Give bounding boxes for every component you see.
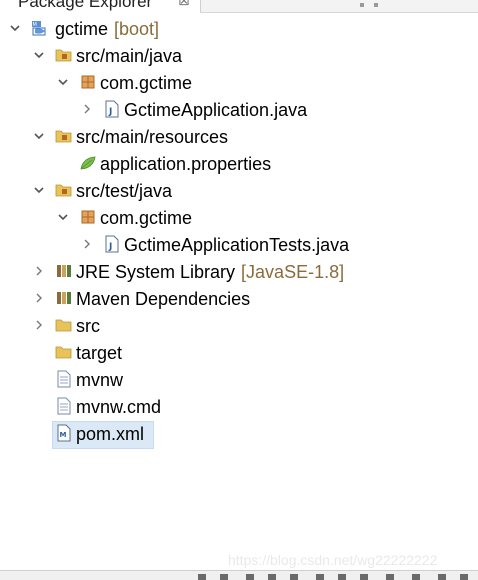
text-file-icon	[57, 397, 71, 415]
tree-item-project[interactable]: M gctime [boot]	[0, 16, 478, 43]
toolbar-icon[interactable]	[438, 574, 446, 580]
tab-package-explorer[interactable]: Package Explorer ⊠	[0, 0, 201, 14]
source-folder-icon	[55, 49, 72, 62]
toolbar-icon[interactable]	[460, 574, 468, 580]
folder-icon	[55, 346, 72, 359]
svg-text:J: J	[108, 107, 112, 117]
properties-file-icon	[80, 156, 96, 170]
tree-item-label: mvnw.cmd	[76, 397, 162, 417]
toolbar-icon[interactable]	[316, 574, 324, 580]
package-explorer-window: Package Explorer ⊠ M gctime [boot] src/m…	[0, 0, 478, 580]
tree-item-decoration: [JavaSE-1.8]	[241, 262, 345, 282]
watermark: https://blog.csdn.net/wg22222222	[228, 552, 438, 568]
tab-title: Package Explorer	[18, 0, 153, 11]
tree-item-label: src	[76, 316, 100, 336]
minimize-icon[interactable]	[360, 3, 364, 7]
toolbar-icon[interactable]	[360, 574, 368, 580]
tree-item-label: mvnw	[76, 370, 124, 390]
tree-item-java-file[interactable]: J GctimeApplicationTests.java	[0, 232, 478, 259]
tree-item-label: com.gctime	[100, 208, 193, 228]
toolbar-icon[interactable]	[412, 574, 420, 580]
package-icon	[81, 75, 95, 89]
java-file-icon: J	[105, 235, 119, 253]
svg-text:M: M	[60, 431, 67, 439]
tree-item-label: src/test/java	[76, 181, 173, 201]
tree-item-decoration: [boot]	[114, 19, 160, 39]
tree-item-label: Maven Dependencies	[76, 289, 251, 309]
tree-item-label: target	[76, 343, 123, 363]
chevron-down-icon[interactable]	[32, 48, 46, 62]
text-file-icon	[57, 370, 71, 388]
tree-item-label: application.properties	[100, 154, 272, 174]
source-folder-icon	[55, 184, 72, 197]
folder-icon	[55, 319, 72, 332]
close-icon[interactable]: ⊠	[178, 0, 190, 9]
tree-item-maven-dependencies[interactable]: Maven Dependencies	[0, 286, 478, 313]
toolbar-icon[interactable]	[246, 574, 254, 580]
toolbar-icon[interactable]	[290, 574, 298, 580]
chevron-right-icon[interactable]	[80, 237, 94, 251]
chevron-down-icon[interactable]	[8, 21, 22, 35]
tree-item-label: com.gctime	[100, 73, 193, 93]
tree-item-properties-file[interactable]: application.properties	[0, 151, 478, 178]
chevron-down-icon[interactable]	[56, 75, 70, 89]
chevron-right-icon[interactable]	[80, 102, 94, 116]
tree-item-java-file[interactable]: J GctimeApplication.java	[0, 97, 478, 124]
chevron-right-icon[interactable]	[32, 291, 46, 305]
java-file-icon: J	[105, 100, 119, 118]
tree-item-package[interactable]: com.gctime	[0, 205, 478, 232]
tree-item-label: src/main/java	[76, 46, 183, 66]
chevron-down-icon[interactable]	[32, 129, 46, 143]
tree-item-src-main-java[interactable]: src/main/java	[0, 43, 478, 70]
toolbar-icon[interactable]	[338, 574, 346, 580]
maven-pom-icon: M	[57, 424, 71, 442]
toolbar-icon[interactable]	[198, 574, 206, 580]
source-folder-icon	[55, 130, 72, 143]
project-icon: M	[32, 21, 46, 36]
tree-item-label: JRE System Library	[76, 262, 236, 282]
tree-item-target-folder[interactable]: target	[0, 340, 478, 367]
library-icon	[57, 292, 71, 304]
tree-item-src-test-java[interactable]: src/test/java	[0, 178, 478, 205]
tree-item-label: GctimeApplicationTests.java	[124, 235, 350, 255]
tree-item-label: GctimeApplication.java	[124, 100, 308, 120]
tree-item-label: src/main/resources	[76, 127, 229, 147]
maximize-icon[interactable]	[374, 3, 379, 7]
tree-item-src-folder[interactable]: src	[0, 313, 478, 340]
tree-item-label: gctime	[55, 19, 109, 39]
tree-item-label: pom.xml	[76, 424, 145, 444]
toolbar-icon[interactable]	[268, 574, 276, 580]
chevron-down-icon[interactable]	[56, 210, 70, 224]
library-icon	[57, 265, 71, 277]
tree-item-jre-library[interactable]: JRE System Library [JavaSE-1.8]	[0, 259, 478, 286]
svg-text:M: M	[33, 22, 37, 28]
chevron-right-icon[interactable]	[32, 318, 46, 332]
chevron-down-icon[interactable]	[32, 183, 46, 197]
view-header: Package Explorer ⊠	[0, 0, 478, 14]
svg-text:J: J	[108, 242, 112, 252]
bottom-toolbar	[0, 570, 478, 580]
tree-item-package[interactable]: com.gctime	[0, 70, 478, 97]
toolbar-icon[interactable]	[220, 574, 228, 580]
tree-item-mvnw-cmd[interactable]: mvnw.cmd	[0, 394, 478, 421]
package-icon	[81, 210, 95, 224]
toolbar-icon[interactable]	[386, 574, 394, 580]
tree-item-mvnw[interactable]: mvnw	[0, 367, 478, 394]
tree-item-pom-xml[interactable]: M pom.xml	[0, 421, 478, 449]
chevron-right-icon[interactable]	[32, 264, 46, 278]
tree-item-src-main-resources[interactable]: src/main/resources	[0, 124, 478, 151]
